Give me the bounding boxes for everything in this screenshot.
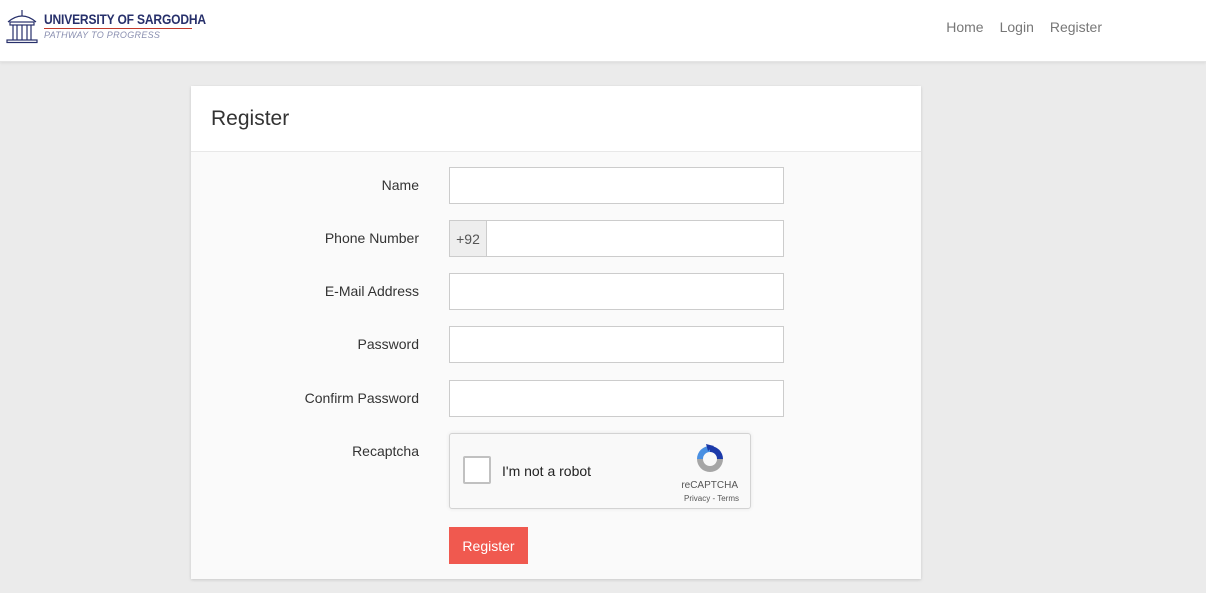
navbar: UNIVERSITY OF SARGODHA PATHWAY TO PROGRE… [0, 0, 1206, 62]
recaptcha-checkbox[interactable] [463, 456, 491, 484]
phone-input[interactable] [486, 220, 784, 257]
name-row: Name [191, 167, 921, 204]
confirm-password-label: Confirm Password [304, 390, 419, 406]
register-card: Register Name Phone Number +92 E-Mail Ad… [191, 86, 921, 579]
brand-name: UNIVERSITY OF SARGODHA [44, 11, 206, 27]
recaptcha-logo-icon [697, 444, 723, 472]
university-building-icon [6, 10, 38, 44]
recaptcha-terms-link[interactable]: Terms [717, 494, 739, 503]
card-header: Register [191, 86, 921, 152]
recaptcha-widget: I'm not a robot reCAPTCHA Privacy - Term… [449, 433, 751, 509]
recaptcha-label: Recaptcha [352, 443, 419, 459]
phone-row: Phone Number +92 [191, 220, 921, 257]
recaptcha-checkbox-text: I'm not a robot [502, 463, 592, 479]
confirm-password-input[interactable] [449, 380, 784, 417]
recaptcha-brand: reCAPTCHA [681, 480, 738, 491]
nav-link-login[interactable]: Login [1000, 18, 1034, 36]
brand-logo[interactable]: UNIVERSITY OF SARGODHA PATHWAY TO PROGRE… [4, 8, 232, 44]
phone-prefix: +92 [449, 220, 486, 257]
email-input[interactable] [449, 273, 784, 310]
recaptcha-privacy-link[interactable]: Privacy [684, 494, 710, 503]
password-label: Password [357, 336, 419, 352]
name-label: Name [381, 177, 419, 193]
nav-links: Home Login Register [930, 18, 1102, 36]
phone-input-group: +92 [449, 220, 784, 257]
confirm-password-row: Confirm Password [191, 380, 921, 417]
recaptcha-row: Recaptcha I'm not a robot reCAPTCHA Priv… [191, 433, 921, 509]
name-input[interactable] [449, 167, 784, 204]
brand-tagline: PATHWAY TO PROGRESS [44, 30, 161, 40]
email-label: E-Mail Address [324, 283, 419, 299]
password-input[interactable] [449, 326, 784, 363]
brand-divider [44, 28, 192, 29]
recaptcha-links: Privacy - Terms [684, 494, 739, 503]
nav-link-home[interactable]: Home [946, 18, 983, 36]
register-submit-button[interactable]: Register [449, 527, 528, 564]
email-row: E-Mail Address [191, 273, 921, 310]
card-title: Register [211, 107, 290, 130]
nav-link-register[interactable]: Register [1050, 18, 1102, 36]
password-row: Password [191, 326, 921, 363]
phone-label: Phone Number [324, 230, 419, 246]
